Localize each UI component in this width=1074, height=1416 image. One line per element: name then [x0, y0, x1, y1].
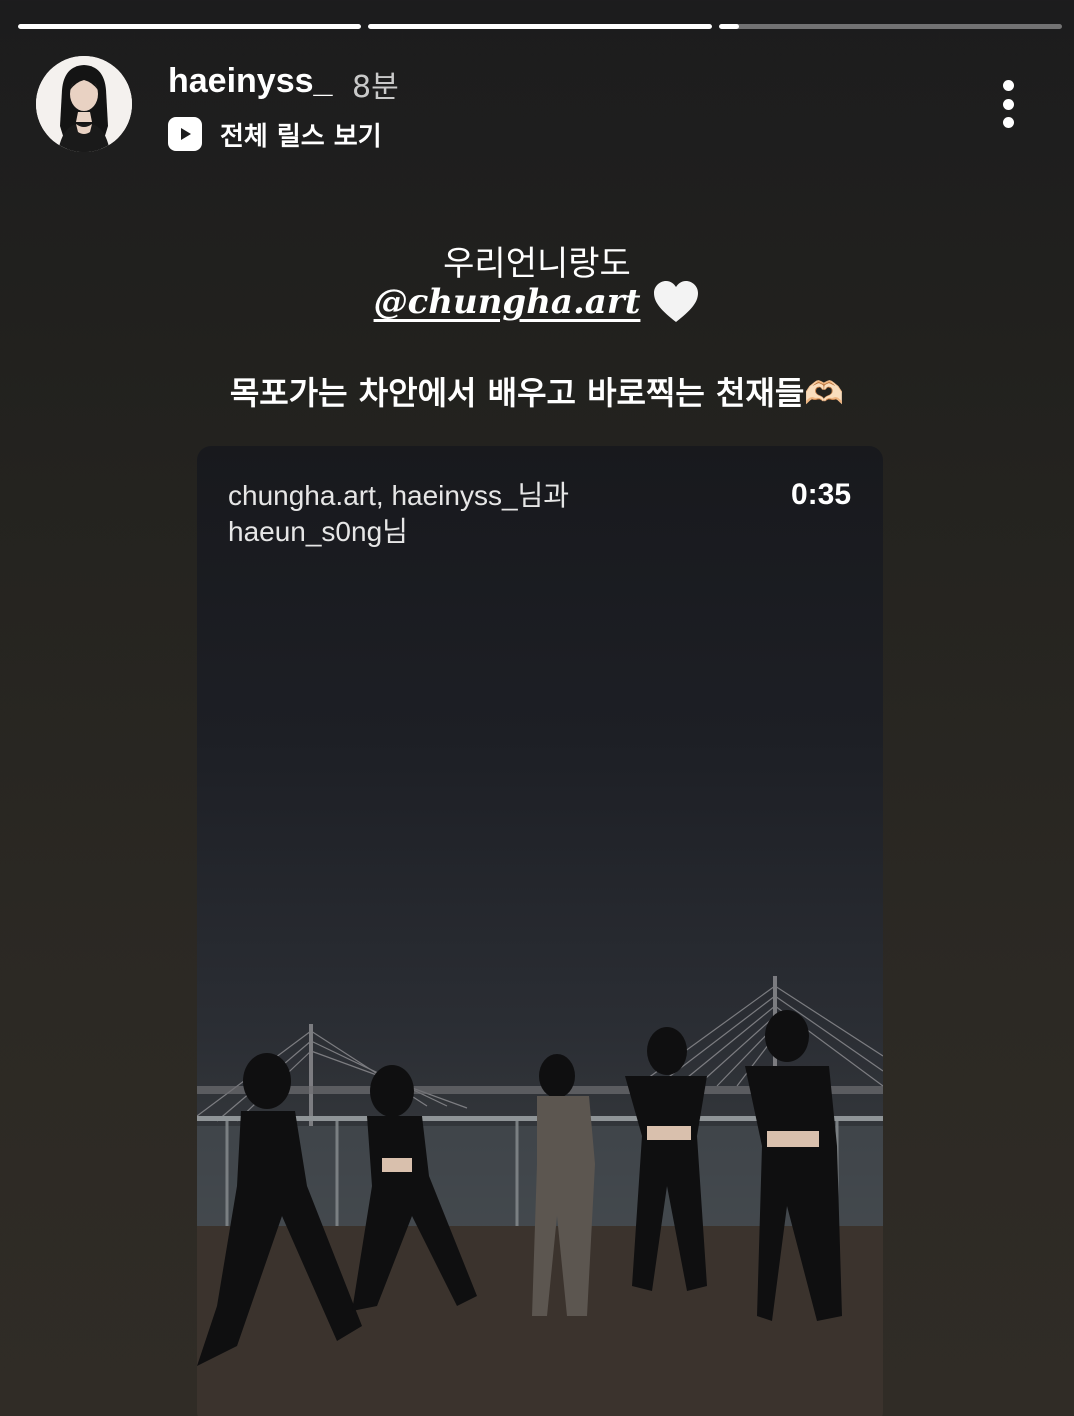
progress-fill [18, 24, 362, 29]
play-icon [168, 117, 202, 151]
caption-line-2: @chungha.art [0, 280, 1074, 324]
reel-duration: 0:35 [790, 478, 851, 511]
caption-line-3: 목포가는 차안에서 배우고 바로찍는 천재들🫶🏻 [229, 374, 845, 412]
progress-fill [718, 24, 740, 29]
reel-video-card[interactable]: chungha.art, haeinyss_님과 haeun_s0ng님 0:3… [197, 446, 883, 1416]
caption-line-1: 우리언니랑도 [443, 244, 631, 284]
progress-segment-1 [18, 24, 362, 29]
reel-credits-line-2: haeun_s0ng님 [228, 516, 408, 547]
reel-credits-line-1: chungha.art, haeinyss_님과 [228, 480, 570, 511]
view-all-reels-label: 전체 릴스 보기 [220, 121, 382, 152]
avatar[interactable] [36, 56, 132, 152]
progress-segment-3 [718, 24, 1062, 29]
story-progress [18, 24, 1062, 29]
video-frame [197, 976, 883, 1416]
more-dot [1002, 98, 1014, 110]
time-ago: 8분 [352, 70, 399, 105]
progress-segment-2 [368, 24, 712, 29]
more-dot [1002, 80, 1014, 91]
mention-link[interactable]: @chungha.art [374, 282, 641, 322]
reel-credits: chungha.art, haeinyss_님과 haeun_s0ng님 [228, 478, 648, 550]
more-options-icon[interactable] [988, 74, 1028, 134]
avatar-image [36, 56, 132, 152]
white-heart-icon [654, 281, 699, 322]
progress-fill [368, 24, 712, 29]
view-all-reels-link[interactable]: 전체 릴스 보기 [168, 114, 382, 154]
more-dot [1002, 117, 1014, 128]
username[interactable]: haeinyss_ [168, 62, 332, 101]
